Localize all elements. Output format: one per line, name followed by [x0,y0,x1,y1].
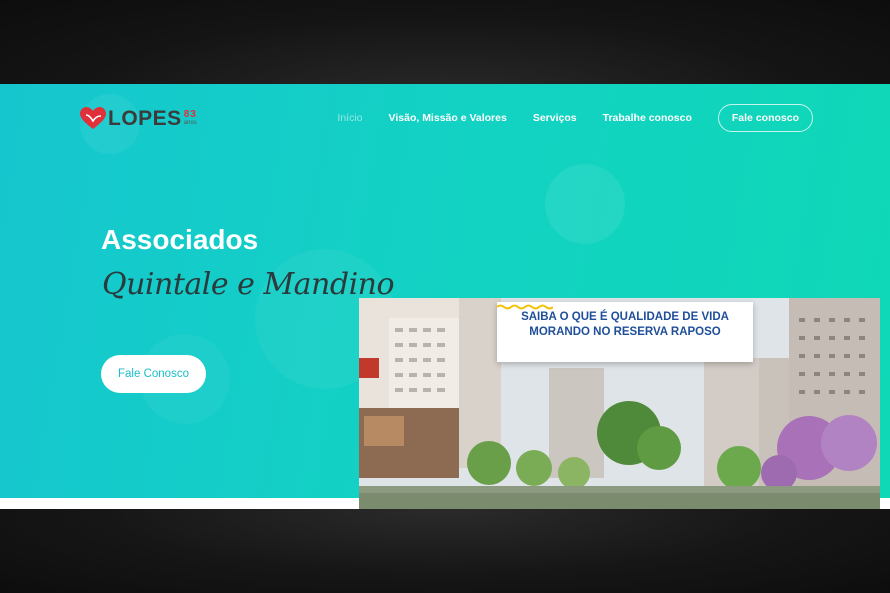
logo-anos: anos [183,120,197,126]
site-logo[interactable]: LOPES 83 anos [80,106,197,132]
nav-item-visao-missao-valores[interactable]: Visão, Missão e Valores [389,112,507,124]
logo-years: 83 anos [183,109,197,127]
promo-caption: SAIBA O QUE É QUALIDADE DE VIDA MORANDO … [497,302,753,362]
logo-text: LOPES [108,107,182,130]
website-screenshot: LOPES 83 anos Início Visão, Missão e Val… [0,84,890,509]
hero-script-subtitle: Quintale e Mandino [102,267,395,302]
heart-icon [80,107,106,129]
logo-number: 83 [183,109,197,120]
promo-image[interactable]: SAIBA O QUE É QUALIDADE DE VIDA MORANDO … [359,298,880,509]
hero-contact-button[interactable]: Fale Conosco [101,355,206,393]
background-top [0,0,890,84]
decorative-bubble [545,164,625,244]
background-bottom [0,509,890,593]
promo-caption-line2: MORANDO NO RESERVA RAPOSO [529,326,721,338]
promo-caption-line1: SAIBA O QUE É QUALIDADE DE VIDA [521,311,729,323]
main-nav: Início Visão, Missão e Valores Serviços … [337,104,813,132]
nav-contact-button[interactable]: Fale conosco [717,104,813,132]
nav-item-inicio[interactable]: Início [337,112,362,124]
nav-item-trabalhe-conosco[interactable]: Trabalhe conosco [603,112,692,124]
hero-title: Associados [101,224,259,255]
wave-decoration-icon [497,304,553,310]
nav-item-servicos[interactable]: Serviços [533,112,577,124]
